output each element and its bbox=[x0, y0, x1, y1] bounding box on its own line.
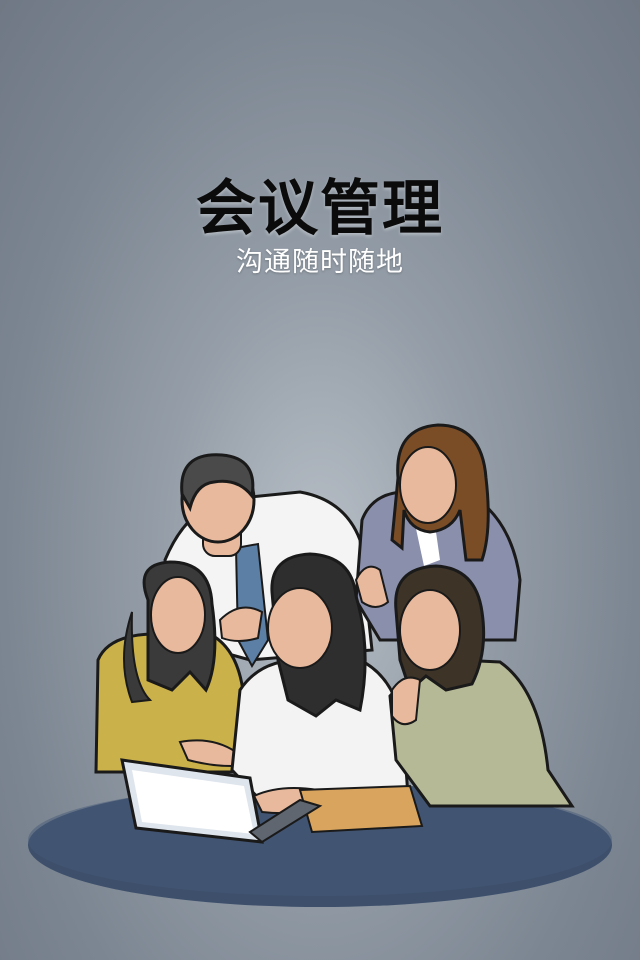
team-meeting-illustration bbox=[28, 423, 612, 907]
woman-green-figure bbox=[388, 564, 575, 808]
folder bbox=[298, 784, 424, 834]
splash-screen: 会议管理 沟通随时随地 bbox=[0, 0, 640, 960]
app-subtitle: 沟通随时随地 bbox=[236, 247, 404, 278]
app-title: 会议管理 bbox=[196, 174, 444, 244]
